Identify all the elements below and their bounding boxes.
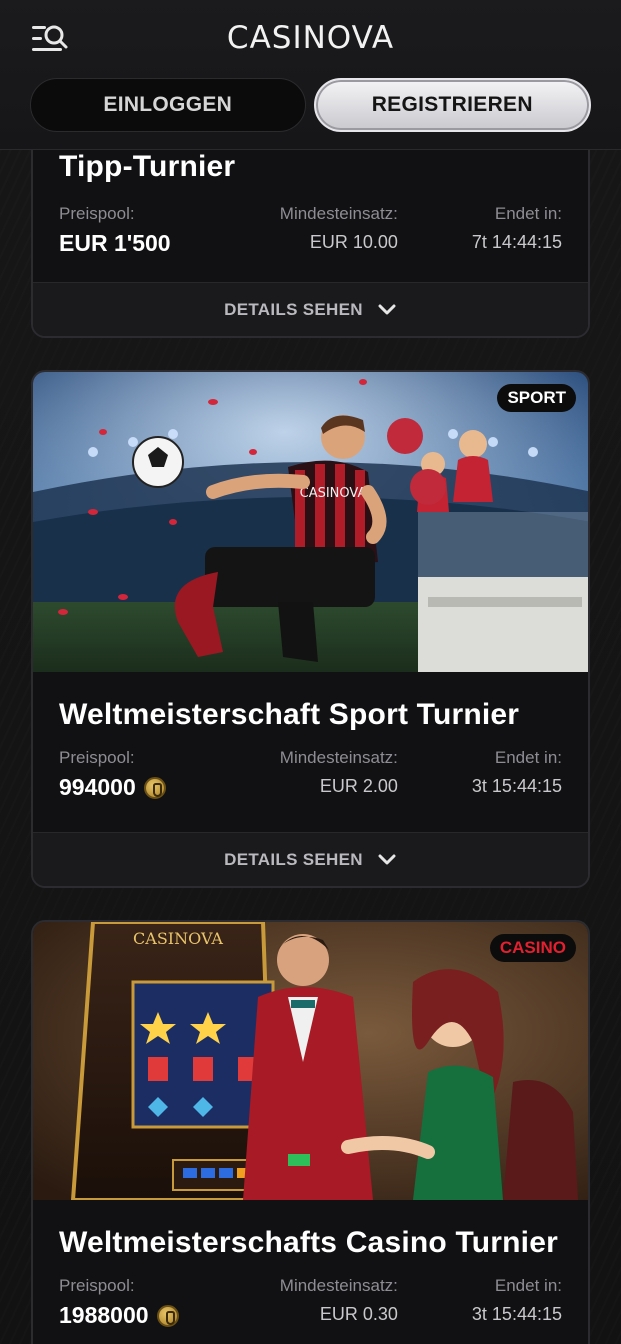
- ends-in: Endet in: 3t 15:44:15: [472, 1276, 562, 1329]
- card-body: Weltmeisterschaft Sport Turnier Preispoo…: [33, 672, 588, 801]
- prize-pool-label: Preispool:: [59, 1276, 135, 1295]
- sport-illustration: CASINOVA: [33, 372, 588, 672]
- min-stake: Mindesteinsatz: EUR 0.30: [179, 1276, 472, 1329]
- min-stake-value: EUR 2.00: [319, 776, 398, 796]
- ends-in-value: 7t 14:44:15: [471, 232, 562, 252]
- min-stake: Mindesteinsatz: EUR 2.00: [166, 748, 472, 801]
- prize-pool: Preispool: EUR 1'500: [59, 204, 171, 257]
- ends-in: Endet in: 3t 15:44:15: [472, 748, 562, 801]
- prize-pool-value: 994000: [59, 774, 166, 801]
- min-stake: Mindesteinsatz: EUR 10.00: [171, 204, 472, 257]
- details-label: DETAILS SEHEN: [224, 849, 363, 869]
- trophy-coin-icon: [156, 1304, 179, 1327]
- login-button[interactable]: EINLOGGEN: [30, 78, 306, 132]
- prize-pool-value: EUR 1'500: [59, 230, 171, 257]
- ends-in: Endet in: 7t 14:44:15: [472, 204, 562, 257]
- ends-in-value: 3t 15:44:15: [471, 1304, 562, 1324]
- casino-banner-image[interactable]: CASINOVA CASINO: [33, 922, 588, 1200]
- min-stake-value: EUR 0.30: [319, 1304, 398, 1324]
- card-body: Weltmeisterschafts Casino Turnier Preisp…: [33, 1200, 588, 1329]
- chevron-down-icon: [378, 304, 396, 314]
- min-stake-label: Mindesteinsatz:: [279, 1276, 398, 1295]
- casino-illustration: CASINOVA: [33, 922, 588, 1200]
- min-stake-value: EUR 10.00: [309, 232, 398, 252]
- auth-buttons: EINLOGGEN REGISTRIEREN: [30, 78, 591, 132]
- ends-in-label: Endet in:: [494, 204, 562, 223]
- top-header: CASINOVA EINLOGGEN REGISTRIEREN: [0, 0, 621, 150]
- prize-pool-amount: EUR 1'500: [59, 230, 171, 256]
- card-title: Weltmeisterschaft Sport Turnier: [59, 698, 520, 731]
- prize-pool-amount: 1988000: [59, 1302, 149, 1328]
- prize-pool: Preispool: 994000: [59, 748, 166, 801]
- prize-pool: Preispool: 1988000: [59, 1276, 179, 1329]
- card-title: Tipp-Turnier: [59, 150, 236, 183]
- tournament-card-sport: CASINOVA SPORT Weltmeisterschaft Sport T…: [31, 370, 590, 888]
- sport-banner-image[interactable]: CASINOVA SPORT: [33, 372, 588, 672]
- trophy-coin-icon: [143, 776, 166, 799]
- min-stake-label: Mindesteinsatz:: [279, 748, 398, 767]
- slot-logo: CASINOVA: [133, 929, 223, 948]
- jersey-logo: CASINOVA: [300, 486, 367, 501]
- category-badge-casino: CASINO: [489, 934, 576, 962]
- category-badge-sport: SPORT: [497, 384, 576, 412]
- tournament-card-casino: CASINOVA CASINO Weltmeisterschafts Casin…: [31, 920, 590, 1344]
- prize-pool-amount: 994000: [59, 774, 136, 800]
- prize-pool-label: Preispool:: [59, 204, 135, 223]
- chevron-down-icon: [378, 854, 396, 864]
- prize-pool-value: 1988000: [59, 1302, 179, 1329]
- card-stats: Preispool: EUR 1'500 Mindesteinsatz: EUR…: [59, 204, 562, 257]
- prize-pool-label: Preispool:: [59, 748, 135, 767]
- ends-in-label: Endet in:: [494, 748, 562, 767]
- card-title: Weltmeisterschafts Casino Turnier: [59, 1226, 558, 1259]
- min-stake-label: Mindesteinsatz:: [279, 204, 398, 223]
- ends-in-label: Endet in:: [494, 1276, 562, 1295]
- ends-in-value: 3t 15:44:15: [471, 776, 562, 796]
- details-button[interactable]: DETAILS SEHEN: [33, 832, 588, 886]
- casinova-logo[interactable]: CASINOVA: [0, 20, 621, 56]
- card-stats: Preispool: 994000 Mindesteinsatz: EUR 2.…: [59, 748, 562, 801]
- register-button[interactable]: REGISTRIEREN: [313, 78, 591, 132]
- details-button[interactable]: DETAILS SEHEN: [33, 282, 588, 336]
- card-stats: Preispool: 1988000 Mindesteinsatz: EUR 0…: [59, 1276, 562, 1329]
- details-label: DETAILS SEHEN: [224, 299, 363, 319]
